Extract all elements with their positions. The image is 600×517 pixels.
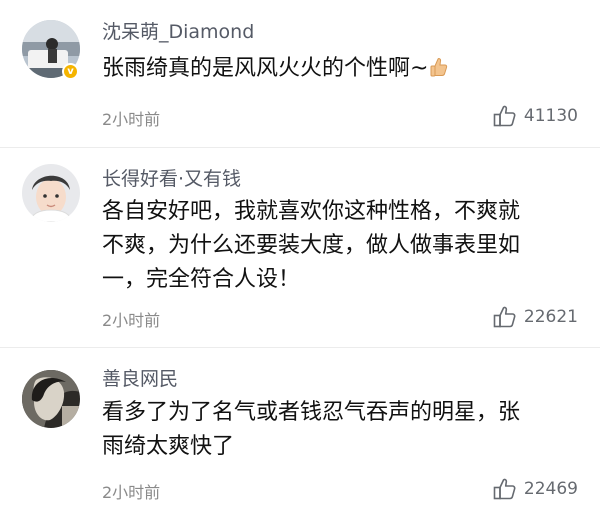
comment-item: 善良网民 看多了为了名气或者钱忍气吞声的明星，张 雨绮太爽快了 2小时前 224… — [0, 348, 600, 517]
comment-line: 看多了为了名气或者钱忍气吞声的明星，张 — [102, 400, 521, 425]
avatar[interactable] — [22, 164, 80, 222]
like-button[interactable]: 22621 — [493, 306, 578, 328]
comment-line: 不爽，为什么还要装大度，做人做事表里如 — [102, 233, 521, 258]
avatar[interactable] — [22, 370, 80, 428]
username[interactable]: 善良网民 — [102, 364, 178, 391]
like-count: 22621 — [523, 307, 578, 327]
comment-item: 长得好看·又有钱 各自安好吧，我就喜欢你这种性格，不爽就 不爽，为什么还要装大度… — [0, 148, 600, 348]
comment-time: 2小时前 — [102, 110, 161, 129]
thumbs-up-icon — [493, 478, 516, 500]
username[interactable]: 长得好看·又有钱 — [102, 164, 241, 191]
comment-text: 张雨绮真的是风风火火的个性啊~ — [102, 56, 429, 81]
thumbs-up-icon — [493, 306, 516, 328]
comment-line: 各自安好吧，我就喜欢你这种性格，不爽就 — [102, 199, 521, 224]
comment-time: 2小时前 — [102, 311, 161, 330]
thumbs-up-emoji-icon — [430, 54, 448, 88]
like-button[interactable]: 41130 — [493, 105, 578, 127]
comment-content: 张雨绮真的是风风火火的个性啊~ — [102, 52, 572, 88]
verified-badge: v — [62, 63, 79, 80]
comment-content: 看多了为了名气或者钱忍气吞声的明星，张 雨绮太爽快了 — [102, 396, 572, 464]
like-count: 22469 — [523, 479, 578, 499]
comment-content: 各自安好吧，我就喜欢你这种性格，不爽就 不爽，为什么还要装大度，做人做事表里如 … — [102, 195, 572, 297]
comment-line: 雨绮太爽快了 — [102, 434, 235, 459]
comment-time: 2小时前 — [102, 483, 161, 502]
like-button[interactable]: 22469 — [493, 478, 578, 500]
comment-item: v 沈呆萌_Diamond 张雨绮真的是风风火火的个性啊~ 2小时前 41130 — [0, 0, 600, 148]
comment-line: 一，完全符合人设！ — [102, 267, 301, 292]
like-count: 41130 — [523, 106, 578, 126]
username[interactable]: 沈呆萌_Diamond — [102, 17, 254, 44]
thumbs-up-icon — [493, 105, 516, 127]
